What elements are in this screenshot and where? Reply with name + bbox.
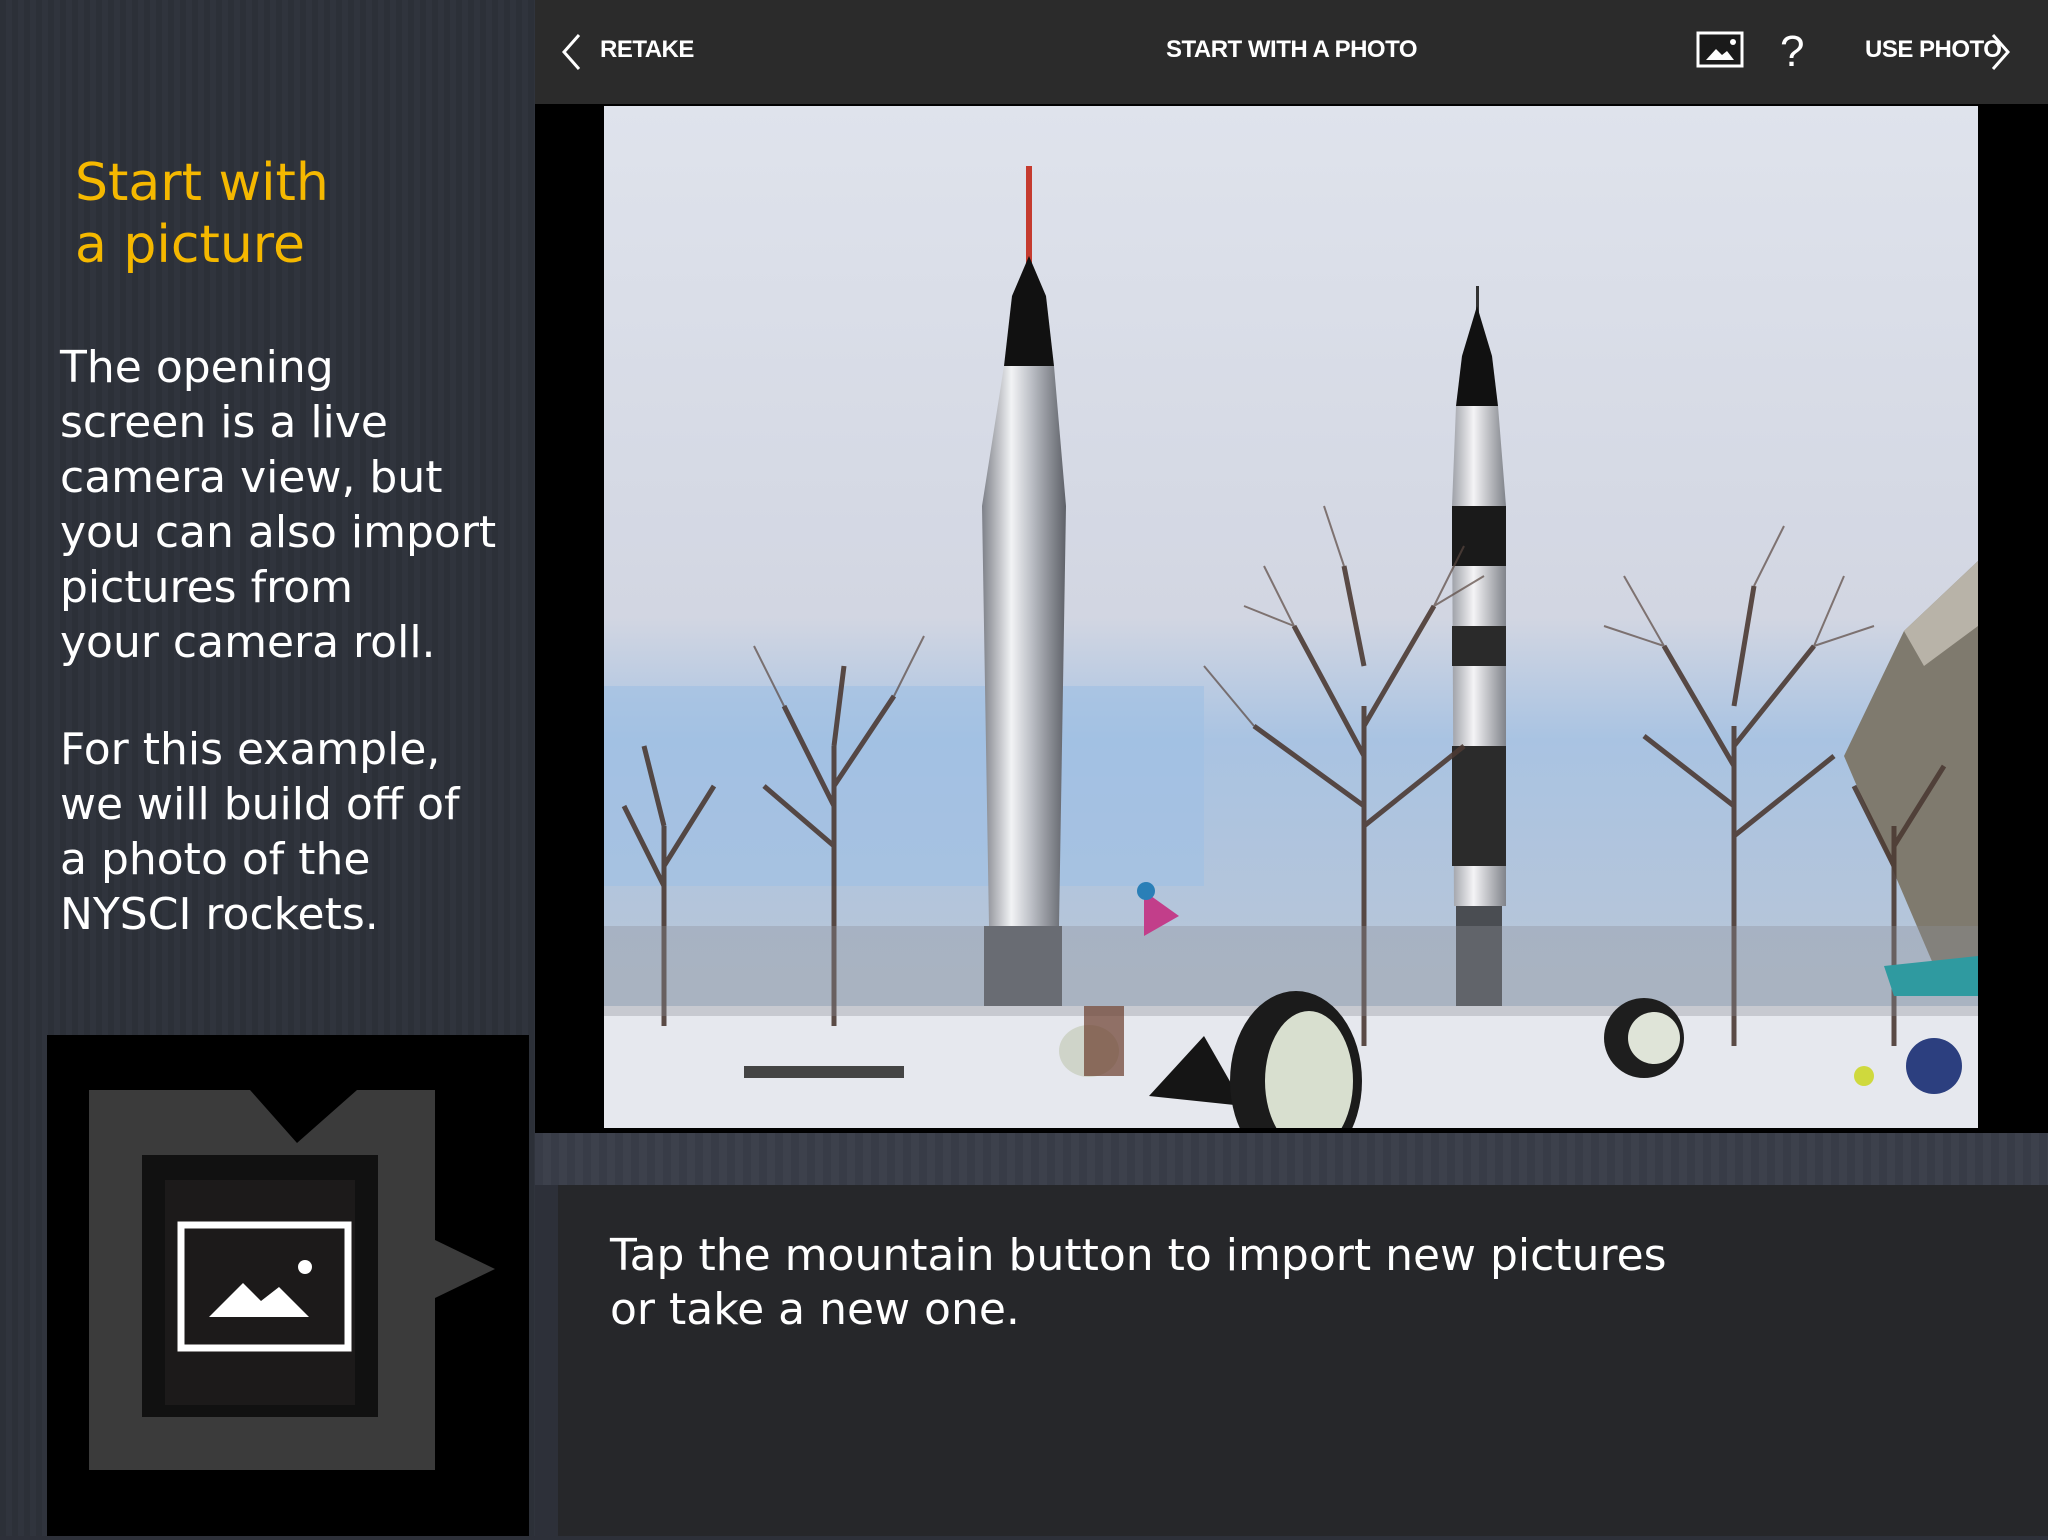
caption-text: Tap the mountain button to import new pi… [610,1229,2010,1337]
import-photo-button[interactable] [1696,30,1744,70]
paragraph-line: For this example, [60,724,441,775]
paragraph-line: The opening [60,342,334,393]
paragraph-line: a photo of the [60,834,371,885]
paragraph-line: pictures from [60,562,353,613]
paragraph-line: we will build off of [60,779,460,830]
caption-panel: Tap the mountain button to import new pi… [558,1185,2048,1536]
slide-title-line: Start with [75,153,329,213]
use-photo-label: USE PHOTO [1865,36,2002,63]
chevron-right-icon [1991,34,2011,70]
paragraph-line: you can also import [60,507,497,558]
use-photo-button[interactable]: USE PHOTO [1865,0,2035,104]
paragraph-line: NYSCI rockets. [60,889,379,940]
slide-title: Start with a picture [75,152,515,276]
caption-line: or take a new one. [610,1284,1020,1335]
divider-strip [535,1133,2048,1185]
help-button[interactable]: ? [1780,24,1820,80]
slide-title-line: a picture [75,215,306,275]
toolbar-title: START WITH A PHOTO [1166,36,1417,63]
help-icon: ? [1780,27,1805,76]
intro-paragraph: The opening screen is a live camera view… [60,340,530,670]
mountain-button-closeup [47,1035,529,1536]
paragraph-line: camera view, but [60,452,443,503]
app-toolbar: RETAKE START WITH A PHOTO ? USE PHOTO [535,0,2048,104]
app-screenshot: RETAKE START WITH A PHOTO ? USE PHOTO [535,0,2048,1133]
left-panel: Start with a picture The opening screen … [0,0,535,1536]
paragraph-line: your camera roll. [60,617,436,668]
mountain-photo-icon [89,1090,495,1470]
example-paragraph: For this example, we will build off of a… [60,722,530,942]
paragraph-line: screen is a live [60,397,388,448]
caption-line: Tap the mountain button to import new pi… [610,1230,1667,1281]
rocket-photo [604,106,1978,1128]
mountain-photo-icon [1696,31,1744,68]
